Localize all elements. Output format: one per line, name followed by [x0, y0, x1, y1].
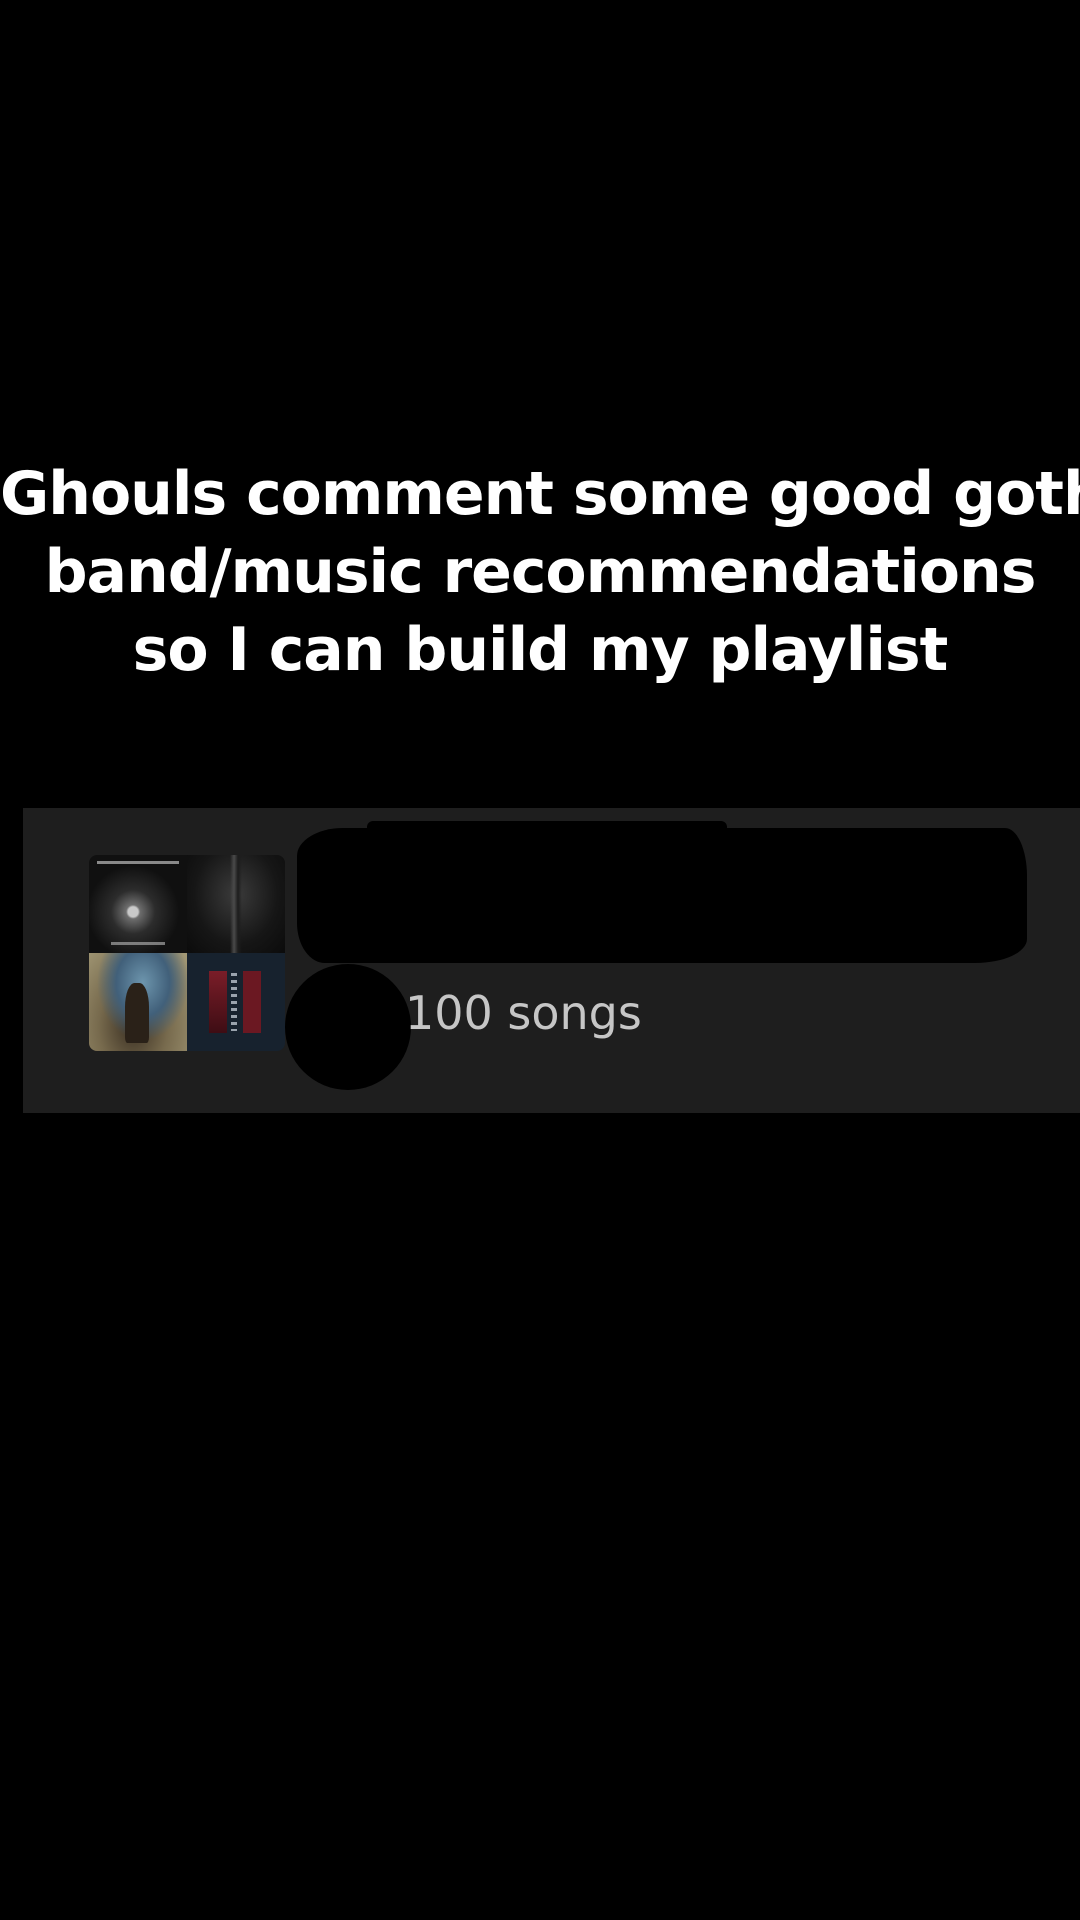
playlist-title-redaction: [297, 821, 1027, 963]
overlay-caption: Ghouls comment some good goth band/music…: [0, 455, 1080, 689]
playlist-card[interactable]: 100 songs: [23, 808, 1080, 1113]
video-frame: Ghouls comment some good goth band/music…: [0, 0, 1080, 1920]
caption-line: band/music recommendations: [44, 537, 1037, 607]
song-count: 100 songs: [405, 986, 642, 1040]
album-cover: [89, 953, 187, 1051]
album-cover: [187, 855, 285, 953]
playlist-cover-mosaic: [89, 855, 285, 1051]
caption-line: so I can build my playlist: [132, 615, 949, 685]
caption-line: Ghouls comment some good goth: [0, 459, 1080, 529]
owner-avatar-redaction: [285, 964, 411, 1090]
album-cover: [187, 953, 285, 1051]
album-cover: [89, 855, 187, 953]
